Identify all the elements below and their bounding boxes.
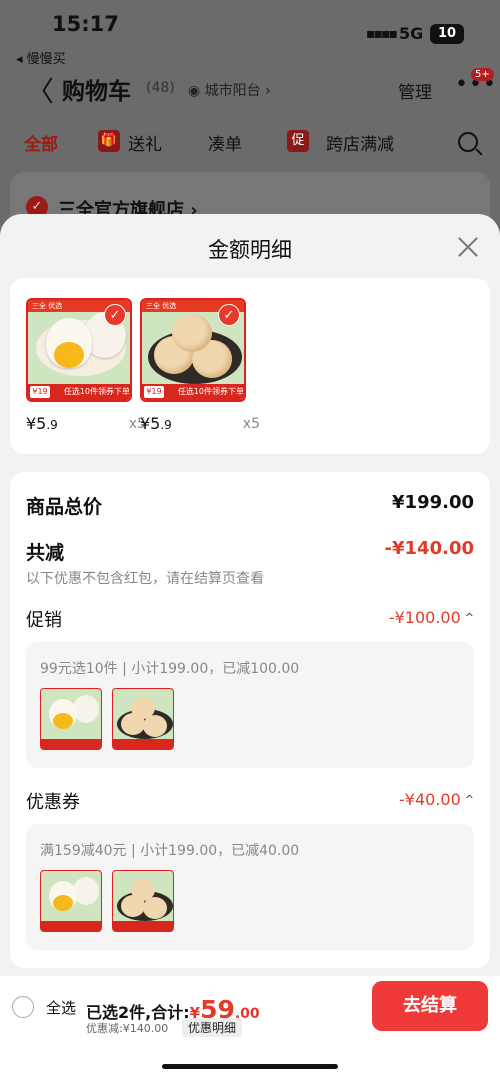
coupon-label: 优惠券 [26, 792, 80, 813]
total-price-value: ¥199.00 [392, 492, 474, 513]
tab-cross-store[interactable]: 跨店满减 [326, 130, 394, 155]
price-detail-card: 商品总价 ¥199.00 共减 -¥140.00 以下优惠不包含红包，请在结算页… [10, 472, 490, 968]
gift-icon: 🎁 [98, 130, 120, 152]
select-all-checkbox[interactable] [12, 996, 34, 1018]
status-time: 15:17 [52, 12, 119, 36]
checkout-bar: 全选 已选2件,合计:¥59.00 优惠减:¥140.00 优惠明细 去结算 [0, 976, 500, 1081]
chevron-up-icon: ^ [464, 793, 474, 806]
selected-check-icon[interactable]: ✓ [218, 304, 240, 326]
promo-icon: 促 [287, 130, 309, 152]
thumbnail-price-badge: ¥19 [30, 386, 50, 398]
search-icon[interactable] [458, 132, 478, 152]
page-title: 购物车 [62, 79, 131, 105]
coupon-detail-text: 满159减40元 | 小计199.00，已减40.00 [40, 843, 300, 859]
location-selector[interactable]: ◉ 城市阳台 › [188, 80, 271, 100]
product-item[interactable]: 三全 优选 任选10件领券下单 ¥19 ✓ ¥5.9 x5 [26, 298, 146, 433]
product-item[interactable]: 三全 优选 任选10件领券下单 ¥19 ✓ ¥5.9 x5 [140, 298, 260, 433]
discount-label: 共减 [26, 542, 65, 564]
product-mini-thumbnail [40, 688, 102, 750]
product-mini-thumbnail [40, 870, 102, 932]
network-label: 5G [399, 24, 424, 43]
notification-badge: 5+ [471, 68, 494, 81]
product-mini-thumbnail [112, 870, 174, 932]
item-price: ¥5.9 [140, 414, 172, 433]
thumbnail-price-badge: ¥19 [144, 386, 164, 398]
cart-count: (48) [146, 80, 175, 96]
checkout-button[interactable]: 去结算 [372, 981, 488, 1031]
discount-note: 以下优惠不包含红包，请在结算页查看 [26, 571, 264, 587]
product-thumbnail: 三全 优选 任选10件领券下单 ¥19 ✓ [26, 298, 132, 402]
manage-button[interactable]: 管理 [398, 78, 432, 103]
discount-detail-link[interactable]: 优惠明细 [182, 1018, 243, 1037]
coupon-detail-box: 满159减40元 | 小计199.00，已减40.00 [26, 824, 474, 950]
item-quantity: x5 [242, 416, 260, 432]
chevron-up-icon: ^ [464, 611, 474, 624]
filter-tabs: 全部 🎁 送礼 凑单 促 跨店满减 [0, 130, 500, 160]
product-mini-thumbnail [112, 688, 174, 750]
background-page: 15:17 ◂ 慢慢买 ▪▪▪▪ 5G 10 〈 购物车 (48) ◉ 城市阳台… [0, 0, 500, 252]
promo-label: 促销 [26, 610, 62, 631]
status-bar: 15:17 ◂ 慢慢买 ▪▪▪▪ 5G 10 [0, 10, 500, 67]
promo-detail-text: 99元选10件 | 小计199.00，已减100.00 [40, 661, 300, 677]
coupon-toggle[interactable]: -¥40.00 ^ [399, 790, 474, 809]
tab-all[interactable]: 全部 [24, 130, 58, 155]
tab-bundle[interactable]: 凑单 [208, 130, 242, 155]
discount-summary: 优惠减:¥140.00 [86, 1022, 169, 1035]
select-all-label[interactable]: 全选 [46, 997, 76, 1018]
promo-detail-box: 99元选10件 | 小计199.00，已减100.00 [26, 642, 474, 768]
selected-check-icon[interactable]: ✓ [104, 304, 126, 326]
promo-toggle[interactable]: -¥100.00 ^ [389, 608, 474, 627]
battery-icon: 10 [430, 24, 464, 44]
selected-items-card: 三全 优选 任选10件领券下单 ¥19 ✓ ¥5.9 x5 三全 优选 任选10… [10, 278, 490, 454]
back-to-app-link[interactable]: ◂ 慢慢买 [16, 48, 66, 67]
home-indicator[interactable] [162, 1064, 338, 1069]
sheet-title: 金额明细 [208, 238, 292, 262]
back-arrow-icon[interactable]: 〈 [26, 70, 54, 110]
cart-header: 〈 购物车 (48) ◉ 城市阳台 › 管理 ••• 5+ [0, 68, 500, 110]
item-price: ¥5.9 [26, 414, 58, 433]
product-thumbnail: 三全 优选 任选10件领券下单 ¥19 ✓ [140, 298, 246, 402]
amount-detail-sheet: 金额明细 三全 优选 任选10件领券下单 ¥19 ✓ ¥5.9 x5 三全 优选… [0, 214, 500, 1081]
close-icon[interactable] [455, 234, 481, 260]
signal-icon: ▪▪▪▪ [366, 26, 398, 42]
discount-value: -¥140.00 [384, 538, 474, 559]
total-price-label: 商品总价 [26, 496, 103, 518]
tab-gift[interactable]: 送礼 [128, 130, 162, 155]
